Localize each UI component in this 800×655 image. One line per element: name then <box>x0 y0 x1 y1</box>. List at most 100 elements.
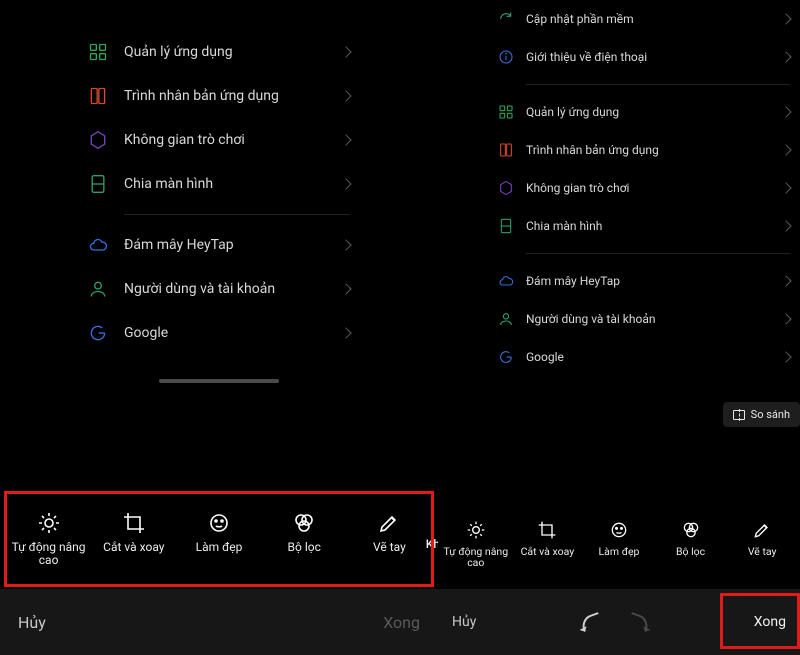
cancel-button[interactable]: Hủy <box>452 614 476 630</box>
chevron-right-icon <box>780 351 791 362</box>
edit-toolbar: Tự động nâng cao Cắt và xoay Làm đẹp Bộ lọc… <box>0 501 438 577</box>
chevron-right-icon <box>780 182 791 193</box>
google-icon <box>88 323 108 343</box>
settings-row-split[interactable]: Chia màn hình <box>498 207 790 245</box>
filter-icon <box>681 520 701 540</box>
split-icon <box>498 218 514 234</box>
settings-row-user[interactable]: Người dùng và tài khoản <box>88 267 350 311</box>
edit-tool-auto[interactable]: Tự động nâng cao <box>6 511 91 567</box>
google-icon <box>498 349 514 365</box>
crop-icon <box>122 511 146 535</box>
auto-icon <box>37 511 61 535</box>
settings-row-game[interactable]: Không gian trò chơi <box>88 118 350 162</box>
filter-icon <box>292 511 316 535</box>
settings-row-update[interactable]: Cập nhật phần mềm <box>498 0 790 38</box>
edit-tool-crop[interactable]: Cắt và xoay <box>91 511 176 554</box>
edit-tool-draw[interactable]: Vẽ tay <box>347 511 432 554</box>
beauty-icon <box>609 520 629 540</box>
right-screenshot: Cập nhật phần mềm Giới thiệu về điện thoạ… <box>438 0 800 655</box>
separator <box>526 84 790 85</box>
settings-row-label: Giới thiệu về điện thoại <box>526 50 782 64</box>
separator <box>526 253 790 254</box>
chevron-right-icon <box>780 275 791 286</box>
settings-row-label: Đám mây HeyTap <box>124 237 342 253</box>
user-icon <box>498 311 514 327</box>
cloud-icon <box>498 273 514 289</box>
settings-row-label: Quản lý ứng dụng <box>124 44 342 60</box>
settings-row-split[interactable]: Chia màn hình <box>88 162 350 206</box>
settings-row-label: Người dùng và tài khoản <box>526 312 782 326</box>
drag-handle <box>159 379 279 383</box>
edit-tool-label: Tự động nâng cao <box>440 546 512 569</box>
draw-icon <box>377 511 401 535</box>
apps-icon <box>498 104 514 120</box>
chevron-right-icon <box>780 313 791 324</box>
undo-redo-group <box>581 615 649 629</box>
edit-tool-label: Cắt và xoay <box>521 546 575 558</box>
beauty-icon <box>207 511 231 535</box>
done-button[interactable]: Xong <box>383 613 420 632</box>
edit-tool-crop[interactable]: Cắt và xoay <box>512 520 584 558</box>
edit-tool-auto[interactable]: Tự động nâng cao <box>440 520 512 569</box>
chevron-right-icon <box>340 327 351 338</box>
bottom-bar: Hủy Xong <box>0 589 438 655</box>
settings-row-user[interactable]: Người dùng và tài khoản <box>498 300 790 338</box>
chevron-right-icon <box>780 144 791 155</box>
settings-row-cloud[interactable]: Đám mây HeyTap <box>498 262 790 300</box>
chevron-right-icon <box>340 46 351 57</box>
settings-row-google[interactable]: Google <box>498 338 790 376</box>
settings-row-clone[interactable]: Trình nhân bản ứng dụng <box>498 131 790 169</box>
settings-row-label: Trình nhân bản ứng dụng <box>526 143 782 157</box>
edit-toolbar: Tự động nâng cao Cắt và xoay Làm đẹp Bộ lọc… <box>438 512 800 577</box>
edit-tool-label: Vẽ tay <box>748 546 777 558</box>
settings-row-label: Đám mây HeyTap <box>526 274 782 288</box>
chevron-right-icon <box>340 178 351 189</box>
settings-row-label: Không gian trò chơi <box>526 181 782 195</box>
chevron-right-icon <box>780 51 791 62</box>
edit-tool-label: Vẽ tay <box>373 541 406 554</box>
undo-icon[interactable] <box>579 612 603 632</box>
chevron-right-icon <box>780 106 791 117</box>
cancel-button[interactable]: Hủy <box>18 613 46 632</box>
edit-tool-label: Tự động nâng cao <box>6 541 91 567</box>
settings-row-label: Không gian trò chơi <box>124 132 342 148</box>
settings-row-game[interactable]: Không gian trò chơi <box>498 169 790 207</box>
edit-tool-draw[interactable]: Vẽ tay <box>726 520 798 558</box>
edit-tool-label: Làm đẹp <box>196 541 243 554</box>
chevron-right-icon <box>780 220 791 231</box>
toolbar-item-cutoff: Kh <box>426 537 438 551</box>
draw-icon <box>752 520 772 540</box>
auto-icon <box>466 520 486 540</box>
settings-row-cloud[interactable]: Đám mây HeyTap <box>88 223 350 267</box>
settings-row-google[interactable]: Google <box>88 311 350 355</box>
settings-row-apps[interactable]: Quản lý ứng dụng <box>88 30 350 74</box>
settings-row-label: Quản lý ứng dụng <box>526 105 782 119</box>
edit-tool-label: Bộ lọc <box>288 541 321 554</box>
user-icon <box>88 279 108 299</box>
apps-icon <box>88 42 108 62</box>
edit-tool-beauty[interactable]: Làm đẹp <box>583 520 655 558</box>
settings-row-clone[interactable]: Trình nhân bản ứng dụng <box>88 74 350 118</box>
edit-tool-filter[interactable]: Bộ lọc <box>262 511 347 554</box>
edit-tool-label: Bộ lọc <box>676 546 705 558</box>
settings-row-apps[interactable]: Quản lý ứng dụng <box>498 93 790 131</box>
game-icon <box>88 130 108 150</box>
compare-button[interactable]: So sánh <box>723 402 800 427</box>
edit-tool-beauty[interactable]: Làm đẹp <box>176 511 261 554</box>
preview-area: Cập nhật phần mềm Giới thiệu về điện thoạ… <box>488 0 800 433</box>
left-screenshot: Quản lý ứng dụng Trình nhân bản ứng dụng K… <box>0 0 438 655</box>
edit-tool-label: Cắt và xoay <box>103 541 164 554</box>
clone-icon <box>88 86 108 106</box>
game-icon <box>498 180 514 196</box>
separator <box>124 214 350 215</box>
clone-icon <box>498 142 514 158</box>
cloud-icon <box>88 235 108 255</box>
chevron-right-icon <box>340 239 351 250</box>
settings-row-label: Google <box>526 350 782 364</box>
compare-label: So sánh <box>751 408 790 421</box>
chevron-right-icon <box>780 13 791 24</box>
settings-row-info[interactable]: Giới thiệu về điện thoại <box>498 38 790 76</box>
done-button[interactable]: Xong <box>754 614 786 630</box>
edit-tool-filter[interactable]: Bộ lọc <box>655 520 727 558</box>
redo-icon[interactable] <box>627 612 651 632</box>
